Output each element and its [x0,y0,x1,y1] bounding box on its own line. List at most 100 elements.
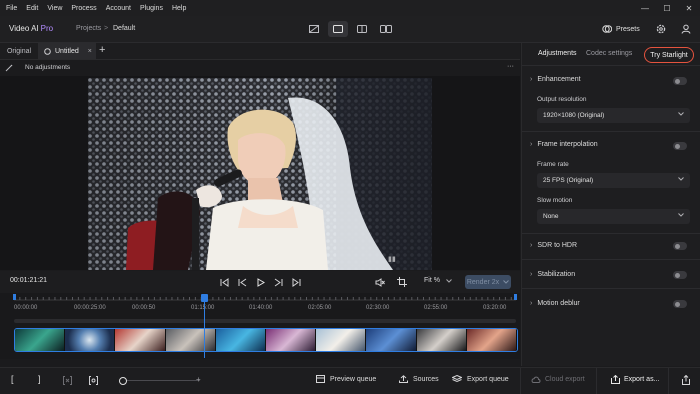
enhancement-section[interactable]: › Enhancement [530,76,581,83]
sync-icon [44,47,51,55]
export-queue-button[interactable]: Export queue [452,375,509,383]
clear-range-button[interactable] [63,376,72,385]
title-bar: Video AI Pro Projects > Default Presets [0,16,700,43]
menu-file[interactable]: File [6,5,17,12]
mute-icon [375,277,385,287]
render-button[interactable]: Render 2x [465,275,511,289]
thumbnail [15,329,66,351]
thumbnail [366,329,417,351]
slow-motion-select[interactable]: None [537,209,690,224]
crop-button[interactable] [396,276,408,288]
zoom-in-button[interactable]: + [196,375,201,384]
play-button[interactable] [254,276,266,288]
export-icon [611,375,620,384]
breadcrumb-projects[interactable]: Projects [76,25,101,32]
thumbnail [215,329,267,351]
upload-icon [399,375,408,383]
chevron-down-icon [446,278,452,283]
account-button[interactable] [677,21,695,37]
app-name: Video AI [9,24,39,33]
watermark-mark: ▮▮ [388,256,396,263]
sdr-to-hdr-label: SDR to HDR [537,242,578,249]
side-by-side-view-button[interactable] [376,21,396,37]
frame-interpolation-toggle[interactable] [673,142,687,150]
set-in-point-button[interactable]: [ [11,374,14,384]
sdr-to-hdr-section[interactable]: › SDR to HDR [530,242,577,249]
share-button[interactable] [682,375,690,385]
magic-wand-icon[interactable] [5,64,13,72]
single-view-button[interactable] [328,21,348,37]
menu-view[interactable]: View [47,5,62,12]
settings-button[interactable] [652,21,670,37]
output-resolution-select[interactable]: 1920×1080 (Original) [537,108,690,123]
skip-start-icon [220,277,228,287]
frame-interpolation-label: Frame interpolation [537,141,598,148]
work-area-bar[interactable] [14,319,516,323]
playhead[interactable] [204,294,205,358]
sources-button[interactable]: Sources [399,375,439,383]
bottom-bar: [ ] + Preview queue Sources Export queue… [0,367,700,394]
frame-rate-select[interactable]: 25 FPS (Original) [537,173,690,188]
sdr-to-hdr-toggle[interactable] [673,242,687,250]
frame-rate-label: Frame rate [537,161,569,168]
close-window-button[interactable]: ✕ [678,0,700,16]
stabilization-toggle[interactable] [673,271,687,279]
motion-deblur-toggle[interactable] [673,300,687,308]
go-to-start-button[interactable] [218,276,230,288]
divider [522,131,700,132]
range-playhead-icon [89,376,98,385]
export-as-button[interactable]: Export as... [611,375,659,384]
frame-rate-value: 25 FPS (Original) [543,177,594,184]
volume-button[interactable] [374,276,386,288]
timeline-zoom-handle[interactable] [119,377,127,385]
breadcrumb-current: Default [113,25,136,32]
tab-untitled[interactable]: Untitled × [38,43,96,59]
timeline[interactable]: 00:00:00 00:00:25:00 00:00:50 01:15:00 0… [0,293,520,359]
divider [596,368,597,394]
video-preview[interactable]: ▮▮ [0,76,520,270]
out-point-marker[interactable] [514,294,517,300]
next-frame-button[interactable] [272,276,284,288]
menu-plugins[interactable]: Plugins [140,5,163,12]
in-point-marker[interactable] [13,294,16,300]
more-options-button[interactable]: ··· [507,63,514,70]
maximize-button[interactable]: ☐ [656,0,678,16]
split-view-button[interactable] [352,21,372,37]
menu-process[interactable]: Process [71,5,96,12]
previous-frame-button[interactable] [236,276,248,288]
play-icon [257,277,265,287]
menu-account[interactable]: Account [106,5,131,12]
stabilization-section[interactable]: › Stabilization [530,271,575,278]
film-icon [316,375,325,383]
timeline-tick-label: 02:55:00 [424,305,448,311]
set-out-point-button[interactable]: ] [38,374,41,384]
breadcrumb-separator: > [104,25,109,32]
range-to-playhead-button[interactable] [89,376,98,385]
export-queue-label: Export queue [467,375,509,383]
zoom-select[interactable]: Fit % [424,277,452,284]
add-tab-button[interactable]: + [99,44,105,56]
thumbnail [466,329,517,351]
tab-codec-settings[interactable]: Codec settings [586,50,632,57]
tab-original[interactable]: Original [0,43,38,59]
enhancement-toggle[interactable] [673,77,687,85]
go-to-end-button[interactable] [290,276,302,288]
try-starlight-button[interactable]: Try Starlight [644,47,694,63]
tab-close-button[interactable]: × [88,48,92,55]
timeline-tick-label: 02:05:00 [308,305,332,311]
compare-view-button[interactable] [304,21,324,37]
motion-deblur-section[interactable]: › Motion deblur [530,300,580,307]
frame-interpolation-section[interactable]: › Frame interpolation [530,141,598,148]
cloud-export-button[interactable]: Cloud export [531,375,585,383]
tab-adjustments[interactable]: Adjustments [538,50,577,57]
playhead-handle[interactable] [201,294,208,302]
menu-edit[interactable]: Edit [26,5,38,12]
preview-queue-button[interactable]: Preview queue [316,375,376,383]
minimize-button[interactable]: — [634,0,656,16]
menu-help[interactable]: Help [172,5,186,12]
timeline-zoom-slider[interactable] [120,380,200,381]
timeline-tick-label: 02:30:00 [366,305,390,311]
clip-thumbnails[interactable] [14,328,518,352]
settings-panel: Adjustments Codec settings Try Starlight… [521,43,700,366]
presets-button[interactable]: Presets [602,21,646,37]
